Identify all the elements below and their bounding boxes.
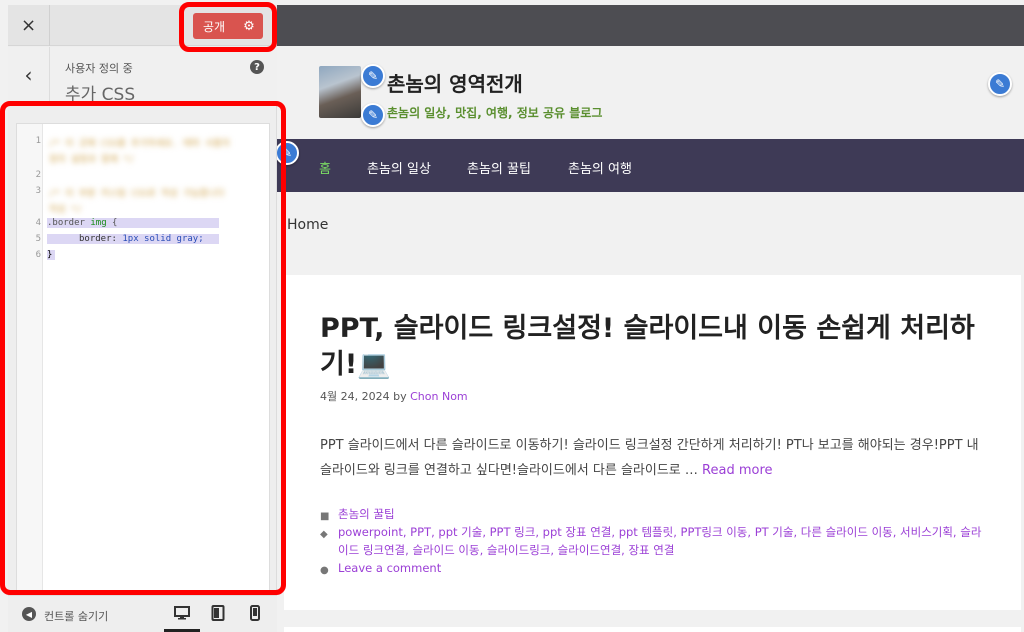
site-title[interactable]: 촌놈의 영역전개: [387, 68, 523, 97]
code-comment-blurred: 작성 */: [49, 205, 82, 215]
excerpt-text: PPT 슬라이드에서 다른 슬라이드로 이동하기! 슬라이드 링크설정 간단하게…: [320, 438, 979, 478]
pencil-icon[interactable]: ✎: [988, 72, 1012, 96]
gear-icon[interactable]: ⚙: [235, 19, 263, 34]
tablet-preview-icon[interactable]: [207, 603, 229, 623]
post-tags: ◆ powerpoint, PPT, ppt 기술, PPT 링크, ppt 장…: [320, 523, 990, 559]
css-code-editor[interactable]: 1 2 3 4 5 6 /* 이 곳에 CSS를 추가하세요. 테마 사용자 정…: [16, 123, 270, 591]
section-header: ‹ 사용자 정의 중 추가 CSS ?: [8, 47, 277, 105]
close-icon[interactable]: ×: [8, 5, 50, 46]
line-number: 4: [35, 218, 41, 228]
css-selector: .border: [47, 218, 91, 228]
leave-comment-link[interactable]: Leave a comment: [320, 559, 990, 577]
line-number: 1: [35, 136, 41, 146]
tag-icon: ◆: [320, 529, 328, 540]
nav-item-daily[interactable]: 촌놈의 일상: [367, 158, 431, 177]
nav-item-travel[interactable]: 촌놈의 여행: [568, 158, 632, 177]
css-brace: {: [106, 218, 118, 228]
customizer-screen: × 공개 ⚙ ‹ 사용자 정의 중 추가 CSS ? 1 2 3 4 5 6 /…: [0, 0, 1024, 632]
line-number: 5: [35, 234, 41, 244]
line-number-gutter: 1 2 3 4 5 6: [17, 124, 43, 590]
css-property: border:: [79, 234, 123, 244]
code-line-5: border: 1px solid gray;: [47, 234, 219, 244]
post-author[interactable]: Chon Nom: [410, 390, 468, 403]
pencil-icon[interactable]: ✎: [361, 64, 385, 88]
post-title[interactable]: PPT, 슬라이드 링크설정! 슬라이드내 이동 손쉽게 처리하기!💻: [320, 311, 990, 383]
customizer-sidebar: × 공개 ⚙ ‹ 사용자 정의 중 추가 CSS ? 1 2 3 4 5 6 /…: [8, 5, 277, 632]
post-by: by: [389, 390, 411, 403]
code-comment-blurred: /* 이 곳에 CSS를 추가하세요. 테마 사용자: [49, 139, 230, 149]
primary-nav: ✎ 홈 촌놈의 일상 촌놈의 꿀팁 촌놈의 여행: [277, 139, 1024, 192]
code-comment-blurred: 정의 설정과 함께 */: [49, 155, 135, 165]
line-number: 3: [35, 186, 41, 196]
customizing-crumb: 사용자 정의 중: [65, 62, 133, 75]
code-line-4: .border img {: [47, 218, 219, 228]
back-icon[interactable]: ‹: [8, 47, 50, 103]
post-excerpt: PPT 슬라이드에서 다른 슬라이드로 이동하기! 슬라이드 링크설정 간단하게…: [320, 433, 990, 483]
code-line-6: }: [47, 250, 55, 260]
publish-button[interactable]: 공개 ⚙: [193, 13, 263, 39]
comment-icon: ●: [320, 565, 329, 576]
preview-topbar: [277, 5, 1024, 46]
next-post-card: [284, 627, 1021, 632]
collapse-icon[interactable]: ◀: [22, 607, 36, 621]
css-value: 1px solid gray;: [122, 234, 204, 244]
pencil-icon[interactable]: ✎: [361, 103, 385, 127]
help-icon[interactable]: ?: [250, 60, 264, 74]
breadcrumb[interactable]: Home: [287, 217, 328, 233]
desktop-preview-icon[interactable]: [164, 603, 200, 632]
category-link[interactable]: 촌놈의 꿀팁: [320, 505, 990, 523]
post-card: PPT, 슬라이드 링크설정! 슬라이드내 이동 손쉽게 처리하기!💻 4월 2…: [284, 275, 1021, 610]
nav-item-tips[interactable]: 촌놈의 꿀팁: [467, 158, 531, 177]
nav-item-home[interactable]: 홈: [319, 158, 331, 177]
read-more-link[interactable]: Read more: [702, 463, 772, 478]
collapse-controls-label[interactable]: 컨트롤 숨기기: [44, 608, 108, 624]
mobile-preview-icon[interactable]: [244, 603, 266, 623]
code-comment-blurred: /* 이 부분 커스텀 CSS로 작성 가능합니다: [49, 189, 225, 199]
post-date: 4월 24, 2024: [320, 390, 390, 403]
tag-links[interactable]: powerpoint, PPT, ppt 기술, PPT 링크, ppt 장표 …: [320, 523, 990, 559]
sidebar-topbar: × 공개 ⚙: [8, 5, 277, 46]
post-comment: ● Leave a comment: [320, 559, 990, 577]
publish-label: 공개: [203, 19, 226, 34]
post-meta: 4월 24, 2024 by Chon Nom: [320, 388, 468, 404]
site-header: ✎ ✎ ✎ 촌놈의 영역전개 촌놈의 일상, 맛집, 여행, 정보 공유 블로그: [277, 46, 1024, 139]
site-description: 촌놈의 일상, 맛집, 여행, 정보 공유 블로그: [387, 106, 603, 120]
site-preview: ✎ ✎ ✎ 촌놈의 영역전개 촌놈의 일상, 맛집, 여행, 정보 공유 블로그…: [277, 5, 1024, 632]
section-title: 추가 CSS: [65, 85, 136, 105]
pencil-icon[interactable]: ✎: [277, 141, 299, 165]
line-number: 2: [35, 170, 41, 180]
site-logo[interactable]: [319, 66, 361, 118]
css-tag: img: [90, 218, 107, 228]
line-number: 6: [35, 250, 41, 260]
sidebar-footer: ◀ 컨트롤 숨기기: [8, 595, 277, 632]
post-category: ■ 촌놈의 꿀팁: [320, 505, 990, 523]
